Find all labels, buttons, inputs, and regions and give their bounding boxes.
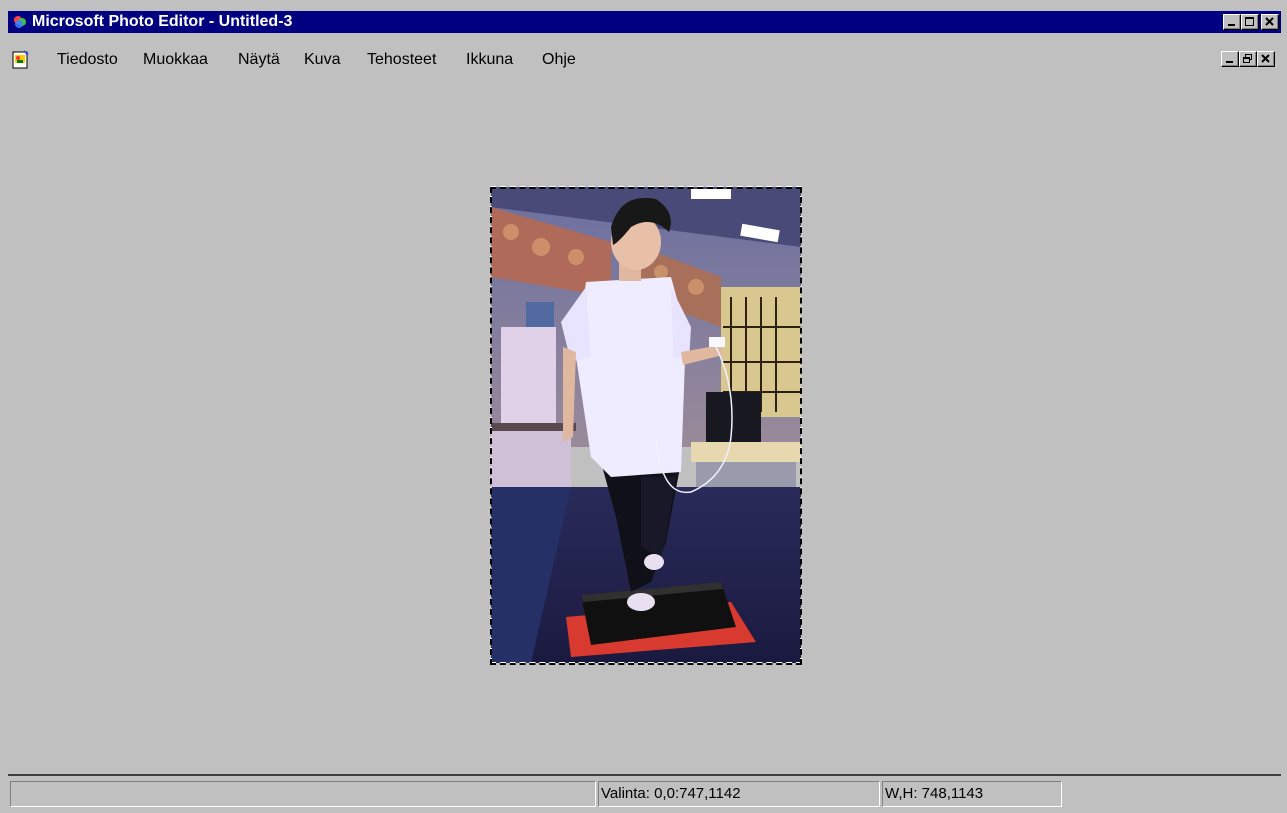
doc-restore-button[interactable] bbox=[1239, 51, 1257, 67]
status-selection-pane: Valinta: 0,0:747,1142 bbox=[598, 781, 880, 807]
image-canvas[interactable] bbox=[8, 76, 1281, 774]
menu-bar: Tiedosto Muokkaa Näytä Kuva Tehosteet Ik… bbox=[8, 46, 1281, 74]
status-bar: Valinta: 0,0:747,1142 W,H: 748,1143 bbox=[8, 778, 1281, 810]
menu-kuva[interactable]: Kuva bbox=[304, 51, 340, 69]
status-separator bbox=[8, 774, 1281, 776]
minimize-button[interactable] bbox=[1223, 14, 1241, 30]
title-bar[interactable]: Microsoft Photo Editor - Untitled-3 bbox=[8, 11, 1281, 33]
maximize-icon bbox=[1245, 17, 1254, 26]
menu-ohje[interactable]: Ohje bbox=[542, 51, 576, 69]
close-icon bbox=[1261, 54, 1270, 63]
restore-icon bbox=[1243, 54, 1252, 63]
photo-image[interactable] bbox=[490, 186, 802, 664]
minimize-icon bbox=[1226, 61, 1233, 63]
menu-nayta[interactable]: Näytä bbox=[238, 51, 280, 69]
menu-tehosteet[interactable]: Tehosteet bbox=[367, 51, 436, 69]
menu-muokkaa[interactable]: Muokkaa bbox=[143, 51, 208, 69]
status-size-pane: W,H: 748,1143 bbox=[882, 781, 1062, 807]
menu-ikkuna[interactable]: Ikkuna bbox=[466, 51, 513, 69]
document-icon[interactable] bbox=[12, 49, 30, 69]
close-icon bbox=[1265, 17, 1274, 26]
minimize-icon bbox=[1228, 24, 1235, 26]
app-window: Microsoft Photo Editor - Untitled-3 Tied… bbox=[0, 0, 1287, 813]
menu-tiedosto[interactable]: Tiedosto bbox=[57, 51, 118, 69]
photo-editor-app-icon[interactable] bbox=[12, 14, 28, 30]
window-title: Microsoft Photo Editor - Untitled-3 bbox=[32, 13, 293, 30]
maximize-button[interactable] bbox=[1241, 14, 1259, 30]
doc-close-button[interactable] bbox=[1257, 51, 1275, 67]
status-message-pane bbox=[10, 781, 596, 807]
close-button[interactable] bbox=[1261, 14, 1279, 30]
doc-minimize-button[interactable] bbox=[1221, 51, 1239, 67]
